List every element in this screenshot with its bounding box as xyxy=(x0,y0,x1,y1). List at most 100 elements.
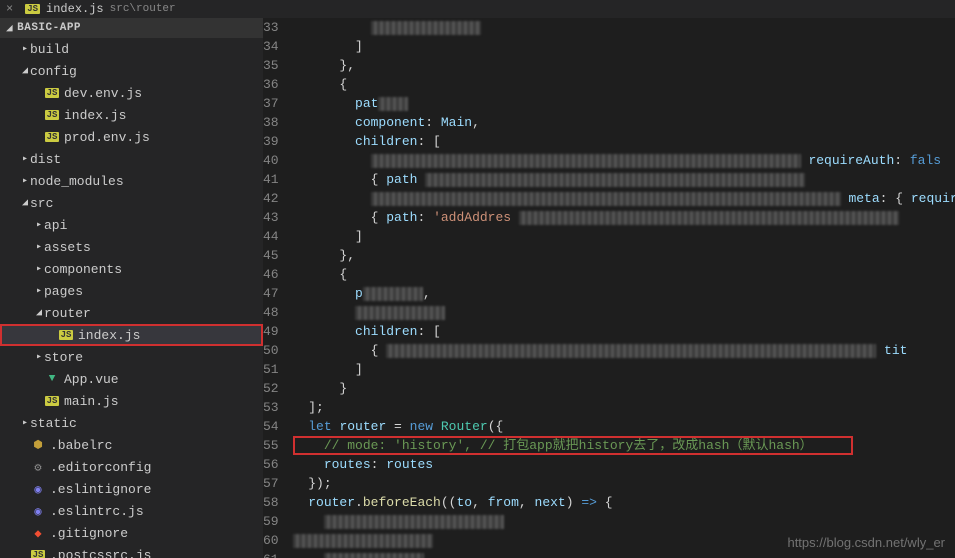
code-line[interactable]: x meta: { require xyxy=(293,189,955,208)
code-line[interactable]: component: Main, xyxy=(293,113,955,132)
chevron-right-icon: ▸ xyxy=(20,153,30,165)
code-line[interactable]: ] xyxy=(293,227,955,246)
watermark: https://blog.csdn.net/wly_er xyxy=(787,535,945,550)
file-item[interactable]: ◉ .eslintrc.js xyxy=(0,500,263,522)
folder-item[interactable]: ▸build xyxy=(0,38,263,60)
folder-item[interactable]: ▸assets xyxy=(0,236,263,258)
code-line[interactable]: { x tit xyxy=(293,341,955,360)
code-line[interactable]: }); xyxy=(293,474,955,493)
js-icon: JS xyxy=(31,550,46,558)
chevron-right-icon: ▸ xyxy=(34,241,44,253)
code-line[interactable]: { path: 'addAddres x xyxy=(293,208,955,227)
code-line[interactable]: ] xyxy=(293,360,955,379)
file-explorer[interactable]: ◢ BASIC-APP ▸build◢configJSdev.env.jsJSi… xyxy=(0,18,263,558)
folder-item[interactable]: ◢router xyxy=(0,302,263,324)
chevron-down-icon: ◢ xyxy=(34,307,44,319)
tree-label: assets xyxy=(44,240,91,255)
folder-item[interactable]: ▸components xyxy=(0,258,263,280)
chevron-right-icon: ▸ xyxy=(20,417,30,429)
code-line[interactable]: x xyxy=(293,512,955,531)
chevron-right-icon: ▸ xyxy=(20,43,30,55)
file-item[interactable]: ▼ App.vue xyxy=(0,368,263,390)
eslint-icon: ◉ xyxy=(34,482,41,497)
code-line[interactable]: { xyxy=(293,265,955,284)
tree-label: static xyxy=(30,416,77,431)
code-line[interactable]: patx xyxy=(293,94,955,113)
tree-label: index.js xyxy=(78,328,140,343)
js-icon: JS xyxy=(45,88,60,98)
code-line[interactable]: let router = new Router({ xyxy=(293,417,955,436)
tree-label: App.vue xyxy=(64,372,119,387)
tree-label: .babelrc xyxy=(50,438,112,453)
chevron-right-icon: ▸ xyxy=(34,219,44,231)
code-line[interactable]: px, xyxy=(293,284,955,303)
code-line[interactable]: { path x xyxy=(293,170,955,189)
chevron-right-icon: ▸ xyxy=(20,175,30,187)
file-item[interactable]: ◉ .eslintignore xyxy=(0,478,263,500)
tree-label: main.js xyxy=(64,394,119,409)
file-item[interactable]: JS main.js xyxy=(0,390,263,412)
file-item[interactable]: ⚙.editorconfig xyxy=(0,456,263,478)
chevron-down-icon: ◢ xyxy=(20,197,30,209)
code-line[interactable]: } xyxy=(293,379,955,398)
folder-item[interactable]: ◢config xyxy=(0,60,263,82)
code-line[interactable]: children: [ xyxy=(293,322,955,341)
js-icon: JS xyxy=(45,110,60,120)
js-icon: JS xyxy=(45,396,60,406)
tree-label: src xyxy=(30,196,53,211)
code-line[interactable]: }, xyxy=(293,246,955,265)
tab-filename: index.js xyxy=(46,2,104,16)
file-item[interactable]: JS.postcssrc.js xyxy=(0,544,263,558)
file-item[interactable]: JSdev.env.js xyxy=(0,82,263,104)
code-line[interactable]: }, xyxy=(293,56,955,75)
code-line[interactable]: // mode: 'history', // 打包app就把history去了，… xyxy=(293,436,955,455)
folder-item[interactable]: ▸pages xyxy=(0,280,263,302)
tree-label: components xyxy=(44,262,122,277)
tree-label: prod.env.js xyxy=(64,130,150,145)
file-item[interactable]: ⬢ .babelrc xyxy=(0,434,263,456)
project-name: BASIC-APP xyxy=(17,22,81,34)
code-line[interactable]: ]; xyxy=(293,398,955,417)
folder-item[interactable]: ▸api xyxy=(0,214,263,236)
code-line[interactable]: x xyxy=(293,18,955,37)
chevron-right-icon: ▸ xyxy=(34,285,44,297)
eslint-icon: ◉ xyxy=(34,504,41,519)
tree-label: router xyxy=(44,306,91,321)
project-header[interactable]: ◢ BASIC-APP xyxy=(0,18,263,38)
tree-label: build xyxy=(30,42,69,57)
close-icon[interactable]: × xyxy=(6,2,13,16)
babel-icon: ⬢ xyxy=(33,438,43,452)
tab-path: src\router xyxy=(110,3,176,15)
folder-item[interactable]: ▸node_modules xyxy=(0,170,263,192)
js-icon: JS xyxy=(59,330,74,340)
code-line[interactable]: router.beforeEach((to, from, next) => { xyxy=(293,493,955,512)
code-line[interactable]: x xyxy=(293,550,955,558)
file-item[interactable]: ◆.gitignore xyxy=(0,522,263,544)
tree-label: .editorconfig xyxy=(50,460,151,475)
code-line[interactable]: { xyxy=(293,75,955,94)
folder-item[interactable]: ▸dist xyxy=(0,148,263,170)
vue-icon: ▼ xyxy=(49,373,56,385)
tab-bar: × JS index.js src\router xyxy=(0,0,955,18)
file-item[interactable]: JSindex.js xyxy=(0,104,263,126)
code-line[interactable]: x xyxy=(293,303,955,322)
code-line[interactable]: children: [ xyxy=(293,132,955,151)
chevron-right-icon: ▸ xyxy=(34,351,44,363)
tree-label: .eslintignore xyxy=(50,482,151,497)
code-line[interactable]: ] xyxy=(293,37,955,56)
folder-item[interactable]: ▸store xyxy=(0,346,263,368)
tree-label: .eslintrc.js xyxy=(50,504,144,519)
js-icon: JS xyxy=(45,132,60,142)
chevron-right-icon: ▸ xyxy=(34,263,44,275)
folder-item[interactable]: ▸static xyxy=(0,412,263,434)
code-editor[interactable]: 3334353637383940414243444546474849505152… xyxy=(263,18,955,558)
tree-label: pages xyxy=(44,284,83,299)
file-item[interactable]: JS prod.env.js xyxy=(0,126,263,148)
file-item[interactable]: JS index.js xyxy=(0,324,263,346)
editor-tab[interactable]: × JS index.js src\router xyxy=(6,2,176,16)
tree-label: dist xyxy=(30,152,61,167)
code-content[interactable]: x ] }, { patx component: Main, children:… xyxy=(293,18,955,558)
code-line[interactable]: x requireAuth: fals xyxy=(293,151,955,170)
folder-item[interactable]: ◢src xyxy=(0,192,263,214)
code-line[interactable]: routes: routes xyxy=(293,455,955,474)
